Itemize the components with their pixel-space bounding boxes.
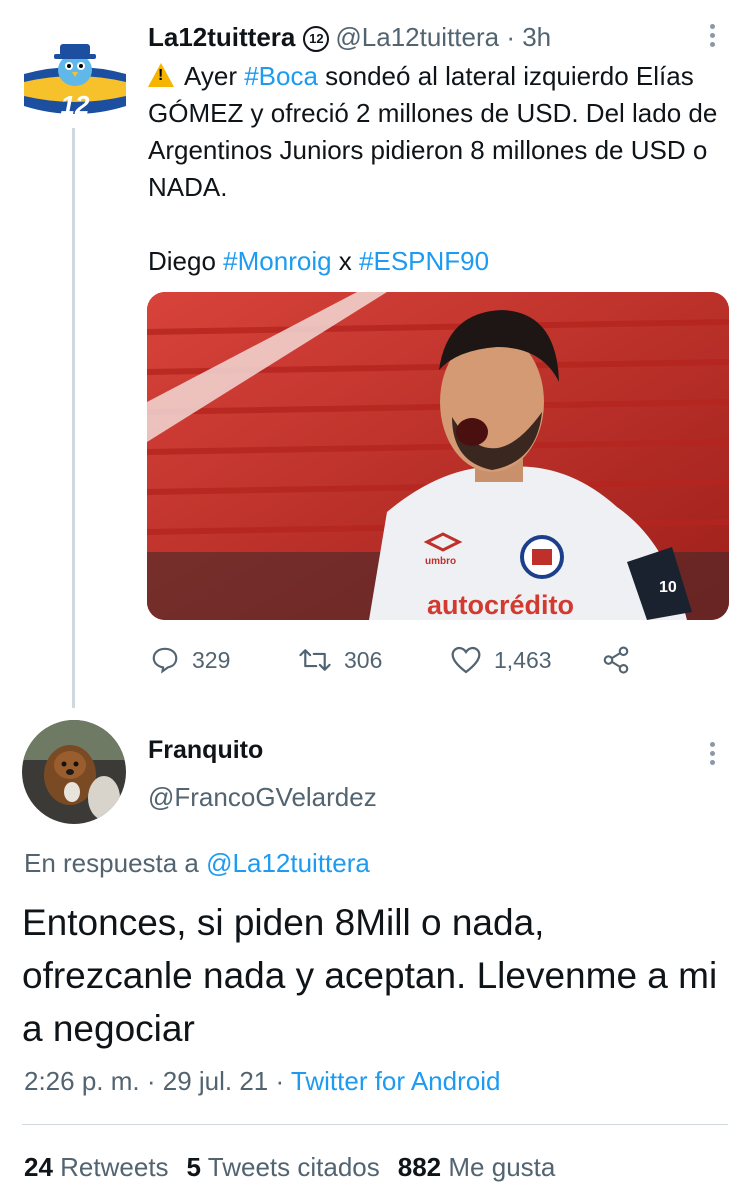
tweet-handle[interactable]: @La12tuittera xyxy=(335,22,499,52)
avatar-franquito[interactable] xyxy=(22,720,126,824)
reply-more-options-icon[interactable] xyxy=(700,740,724,770)
reply-metadata: 2:26 p. m. · 29 jul. 21 · Twitter for An… xyxy=(24,1066,500,1097)
tweet-credit-text: Diego xyxy=(148,246,224,276)
svg-text:12: 12 xyxy=(61,90,90,120)
tweet-text: Ayer #Boca sondeó al lateral izquierdo E… xyxy=(148,58,718,280)
retweets-stat-label: Retweets xyxy=(60,1152,169,1182)
retweet-action[interactable]: 306 xyxy=(298,642,382,678)
profile-badge-icon: 12 xyxy=(303,26,330,52)
reply-text: Entonces, si piden 8Mill o nada, ofrezca… xyxy=(22,902,718,1049)
reply-handle[interactable]: @FrancoGVelardez xyxy=(148,782,377,813)
retweets-stat-count: 24 xyxy=(24,1152,53,1182)
hashtag-espnf90[interactable]: #ESPNF90 xyxy=(359,246,489,276)
avatar-la12tuittera[interactable]: 12 xyxy=(22,30,128,120)
quotes-stat-count: 5 xyxy=(186,1152,202,1182)
warning-icon xyxy=(148,63,174,87)
share-action[interactable] xyxy=(600,642,644,678)
reply-display-name[interactable]: Franquito xyxy=(148,736,263,765)
reply-action[interactable]: 329 xyxy=(150,642,230,678)
retweet-count: 306 xyxy=(344,646,383,673)
reply-icon xyxy=(152,647,178,674)
reply-time[interactable]: 2:26 p. m. xyxy=(24,1066,140,1096)
header-separator: · xyxy=(499,22,523,52)
likes-stat-label: Me gusta xyxy=(448,1152,556,1182)
replying-to-line: En respuesta a @La12tuittera xyxy=(24,848,370,879)
tweet-time[interactable]: 3h xyxy=(522,22,551,52)
retweets-stat[interactable]: 24 Retweets xyxy=(24,1152,187,1182)
hashtag-monroig[interactable]: #Monroig xyxy=(223,246,331,276)
reply-source[interactable]: Twitter for Android xyxy=(291,1066,501,1096)
replying-to-handle[interactable]: @La12tuittera xyxy=(206,848,370,878)
heart-icon xyxy=(451,646,481,674)
replying-to-label: En respuesta a xyxy=(24,848,207,878)
likes-stat[interactable]: 882 Me gusta xyxy=(398,1152,574,1182)
reply-date[interactable]: 29 jul. 21 xyxy=(163,1066,269,1096)
hashtag-boca[interactable]: #Boca xyxy=(244,61,318,91)
tweet-text-segment: Ayer xyxy=(184,61,245,91)
reply-count: 329 xyxy=(192,646,231,673)
share-icon xyxy=(603,646,629,674)
quotes-stat-label: Tweets citados xyxy=(207,1152,380,1182)
reply-stats: 24 Retweets 5 Tweets citados 882 Me gusta xyxy=(24,1152,573,1183)
like-action[interactable]: 1,463 xyxy=(450,642,552,678)
sponsor-label: autocrédito xyxy=(427,590,574,620)
captain-band-number: 10 xyxy=(659,579,677,596)
tweet-display-name[interactable]: La12tuittera xyxy=(148,22,295,52)
kit-brand-label: umbro xyxy=(425,556,456,567)
like-count: 1,463 xyxy=(494,646,552,673)
stats-divider xyxy=(22,1124,728,1125)
quotes-stat[interactable]: 5 Tweets citados xyxy=(187,1152,398,1182)
more-options-icon[interactable] xyxy=(700,22,724,52)
tweet-credit-text: x xyxy=(331,246,360,276)
retweet-icon xyxy=(299,649,331,671)
tweet-header: La12tuittera 12 @La12tuittera · 3h xyxy=(148,20,551,54)
thread-connector-line xyxy=(72,128,75,708)
tweet-media-photo[interactable]: 10 umbro autocrédito xyxy=(147,292,729,620)
likes-stat-count: 882 xyxy=(397,1152,442,1182)
meta-separator: · xyxy=(139,1066,163,1096)
meta-separator: · xyxy=(268,1066,291,1096)
